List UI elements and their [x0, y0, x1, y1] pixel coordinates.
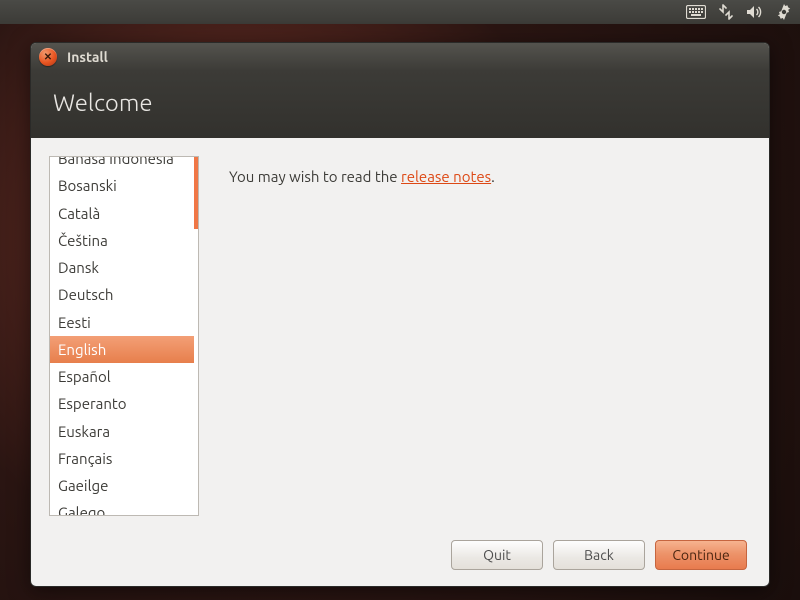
quit-button[interactable]: Quit	[451, 540, 543, 570]
titlebar[interactable]: ✕ Install	[31, 43, 769, 71]
language-option[interactable]: Dansk	[50, 254, 194, 281]
content-area: Bahasa IndonesiaBosanskiCatalàČeštinaDan…	[31, 138, 769, 530]
language-option[interactable]: Esperanto	[50, 390, 194, 417]
window-title: Install	[67, 49, 108, 65]
back-button[interactable]: Back	[553, 540, 645, 570]
language-option[interactable]: Bahasa Indonesia	[50, 156, 194, 172]
message-text: You may wish to read the release notes.	[229, 156, 495, 520]
message-suffix: .	[491, 168, 495, 185]
close-icon[interactable]: ✕	[39, 48, 57, 66]
language-option[interactable]: Deutsch	[50, 281, 194, 308]
continue-button[interactable]: Continue	[655, 540, 747, 570]
language-option[interactable]: Gaeilge	[50, 472, 194, 499]
message-prefix: You may wish to read the	[229, 168, 401, 185]
page-title: Welcome	[31, 71, 769, 138]
language-option[interactable]: Čeština	[50, 227, 194, 254]
installer-window: ✕ Install Welcome Bahasa IndonesiaBosans…	[30, 42, 770, 587]
button-bar: Quit Back Continue	[31, 530, 769, 586]
language-option[interactable]: Español	[50, 363, 194, 390]
language-option[interactable]: Galego	[50, 499, 194, 516]
language-option[interactable]: Euskara	[50, 418, 194, 445]
language-option[interactable]: Eesti	[50, 309, 194, 336]
language-option[interactable]: Català	[50, 200, 194, 227]
language-option[interactable]: Bosanski	[50, 172, 194, 199]
keyboard-icon[interactable]	[686, 5, 706, 19]
scrollbar-thumb[interactable]	[194, 157, 198, 229]
language-option[interactable]: Français	[50, 445, 194, 472]
release-notes-link[interactable]: release notes	[401, 168, 491, 185]
language-list[interactable]: Bahasa IndonesiaBosanskiCatalàČeštinaDan…	[49, 156, 199, 516]
sound-icon[interactable]	[746, 4, 764, 20]
language-option[interactable]: English	[50, 336, 194, 363]
top-menubar	[0, 0, 800, 24]
network-icon[interactable]	[718, 4, 734, 20]
gear-icon[interactable]	[776, 4, 792, 20]
